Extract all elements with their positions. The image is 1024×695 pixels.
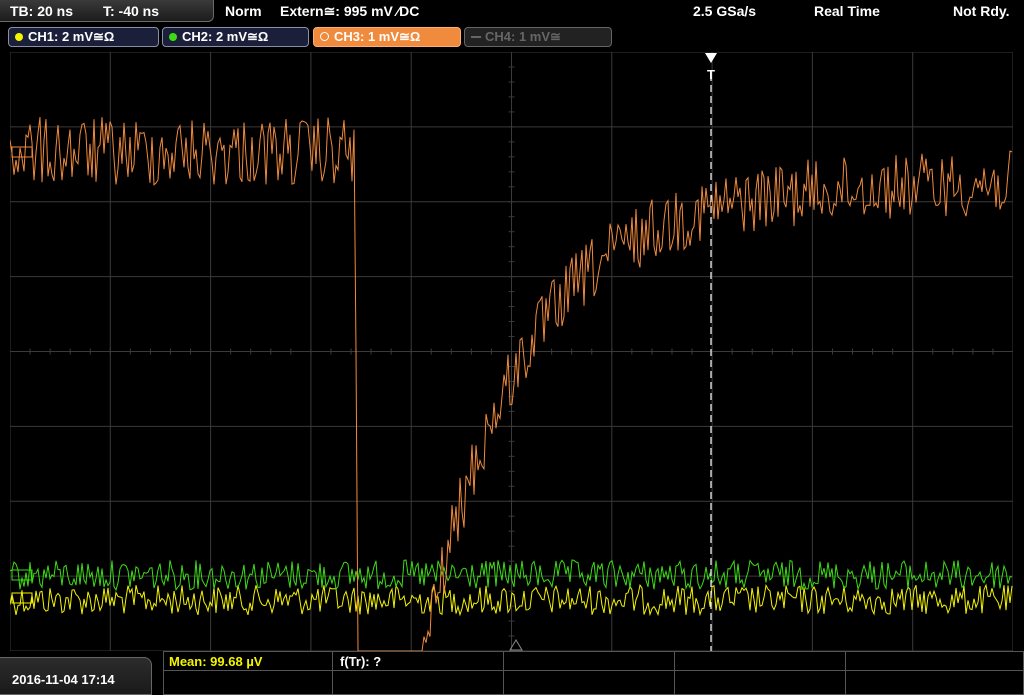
status-label: Not Rdy.: [953, 3, 1010, 19]
channel-4-tab[interactable]: CH4: 1 mV≅: [464, 27, 612, 47]
measurement-cell[interactable]: [503, 670, 675, 695]
measurement-panel[interactable]: Mean: 99.68 µV f(Tr): ?: [163, 651, 1024, 695]
measurement-cell[interactable]: [674, 651, 846, 671]
datetime-label: 2016-11-04 17:14: [12, 672, 115, 687]
measurement-cell[interactable]: [163, 670, 333, 695]
trigger-time-label[interactable]: T: -40 ns: [103, 3, 159, 19]
waveform-display[interactable]: T: [10, 52, 1013, 651]
channel-1-label: CH1: 2 mV≅Ω: [28, 29, 115, 44]
channel-2-tab[interactable]: CH2: 2 mV≅Ω: [162, 27, 309, 47]
channel-4-indicator-icon: [471, 36, 481, 38]
channel-2-label: CH2: 2 mV≅Ω: [182, 29, 269, 44]
measurement-cell[interactable]: [332, 670, 504, 695]
measurement-rise-freq-label[interactable]: f(Tr): ?: [340, 654, 381, 669]
top-status-bar: TB: 20 ns T: -40 ns Norm Extern≅: 995 mV…: [0, 0, 1024, 24]
channel-1-indicator-icon: [15, 33, 23, 41]
trigger-marker-label: T: [707, 67, 715, 82]
measurement-cell[interactable]: [845, 651, 1024, 671]
measurement-cell[interactable]: [674, 670, 846, 695]
timebase-label[interactable]: TB: 20 ns: [10, 3, 73, 19]
acquisition-mode-label[interactable]: Real Time: [814, 3, 880, 19]
measurement-cell[interactable]: [503, 651, 675, 671]
channel-3-label: CH3: 1 mV≅Ω: [334, 29, 421, 44]
measurement-mean-label[interactable]: Mean: 99.68 µV: [169, 654, 262, 669]
channel-4-label: CH4: 1 mV≅: [485, 29, 561, 44]
trigger-mode-label[interactable]: Norm: [225, 3, 262, 19]
channel-3-tab[interactable]: CH3: 1 mV≅Ω: [313, 27, 461, 47]
channel-3-indicator-icon: [320, 32, 329, 41]
channel-2-indicator-icon: [169, 33, 177, 41]
channel-1-tab[interactable]: CH1: 2 mV≅Ω: [8, 27, 159, 47]
measurement-cell[interactable]: [845, 670, 1024, 695]
trigger-source-label[interactable]: Extern≅: 995 mV ⁄DC: [280, 3, 419, 20]
sample-rate-label[interactable]: 2.5 GSa/s: [693, 3, 756, 19]
